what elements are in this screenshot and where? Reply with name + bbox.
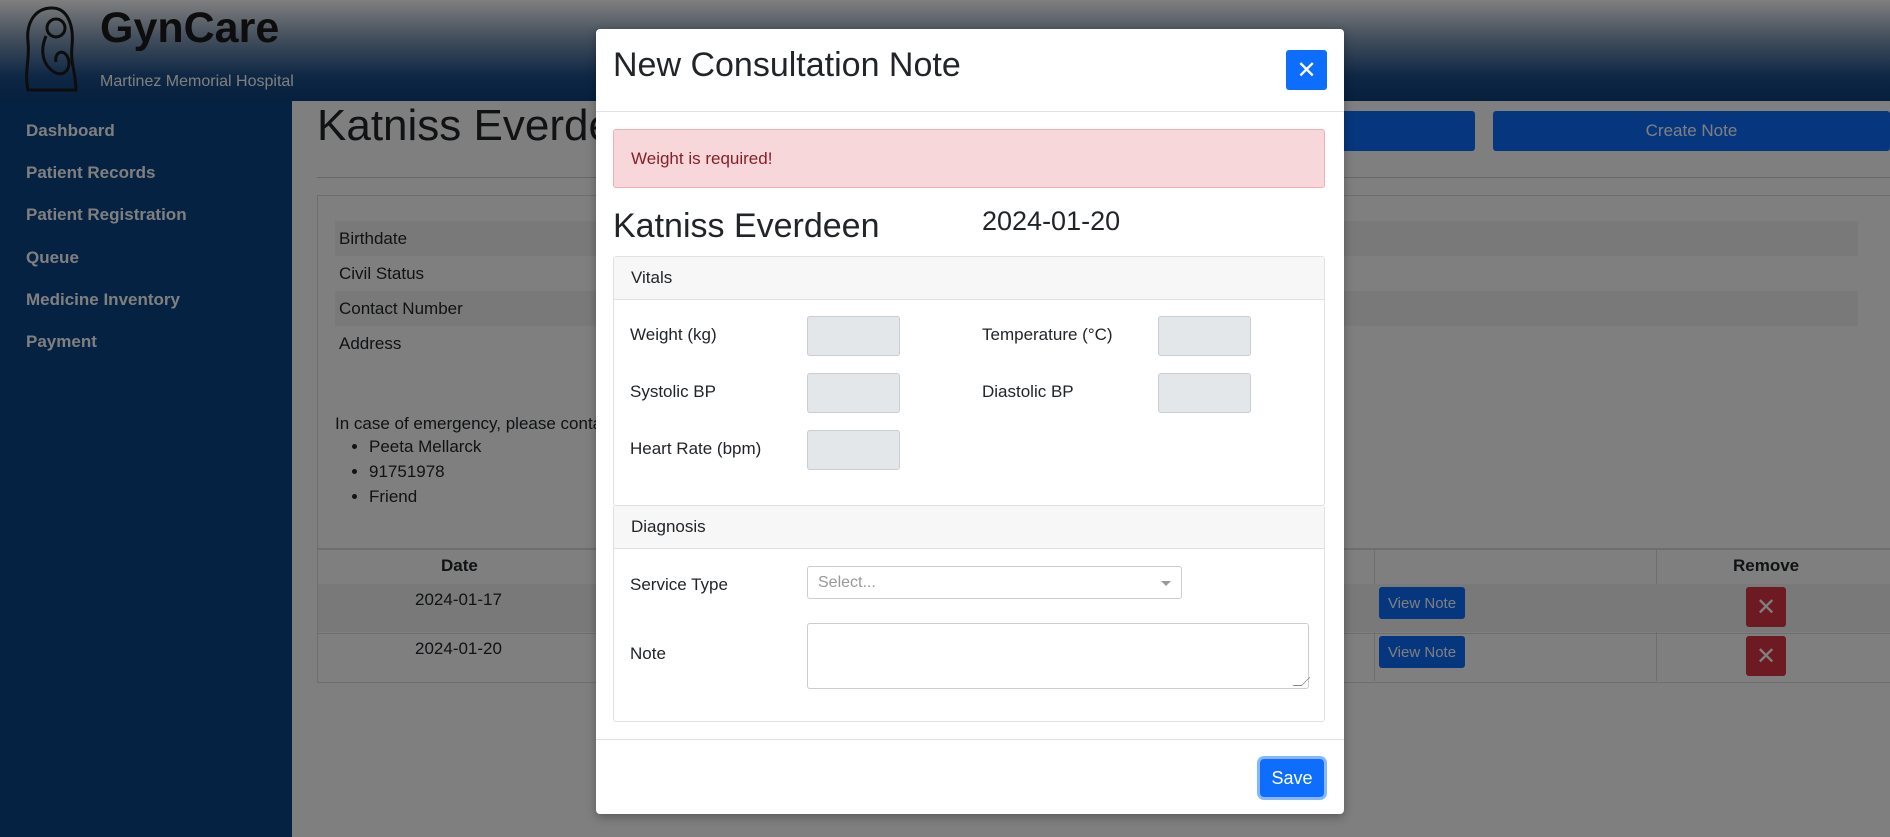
temperature-input[interactable] — [1158, 316, 1251, 356]
note-textarea[interactable] — [807, 623, 1311, 689]
temperature-label: Temperature (°C) — [982, 325, 1113, 344]
diastolic-label: Diastolic BP — [982, 382, 1074, 401]
diagnosis-header: Diagnosis — [614, 506, 1324, 549]
heart-rate-input[interactable] — [807, 430, 900, 470]
close-icon: ✕ — [1296, 56, 1317, 84]
divider — [596, 739, 1344, 740]
service-type-select[interactable]: Select... — [807, 566, 1182, 599]
vitals-header: Vitals — [614, 257, 1324, 300]
service-type-label: Service Type — [630, 575, 728, 594]
diagnosis-card: Diagnosis — [613, 505, 1325, 722]
consultation-date: 2024-01-20 — [982, 206, 1121, 236]
consultation-note-modal: New Consultation Note ✕ Weight is requir… — [596, 29, 1344, 814]
heart-rate-label: Heart Rate (bpm) — [630, 439, 762, 458]
save-button[interactable]: Save — [1260, 759, 1324, 797]
systolic-input[interactable] — [807, 373, 900, 413]
diastolic-input[interactable] — [1158, 373, 1251, 413]
patient-name: Katniss Everdeen — [613, 207, 880, 245]
modal-close-button[interactable]: ✕ — [1286, 50, 1327, 90]
weight-input[interactable] — [807, 316, 900, 356]
resize-handle-icon[interactable] — [1292, 677, 1311, 686]
divider — [596, 111, 1344, 112]
note-label: Note — [630, 644, 666, 663]
modal-title: New Consultation Note — [613, 46, 961, 84]
systolic-label: Systolic BP — [630, 382, 716, 401]
weight-label: Weight (kg) — [630, 325, 717, 344]
select-placeholder: Select... — [818, 573, 876, 591]
caret-down-icon — [1161, 581, 1171, 586]
error-alert: Weight is required! — [613, 129, 1325, 188]
